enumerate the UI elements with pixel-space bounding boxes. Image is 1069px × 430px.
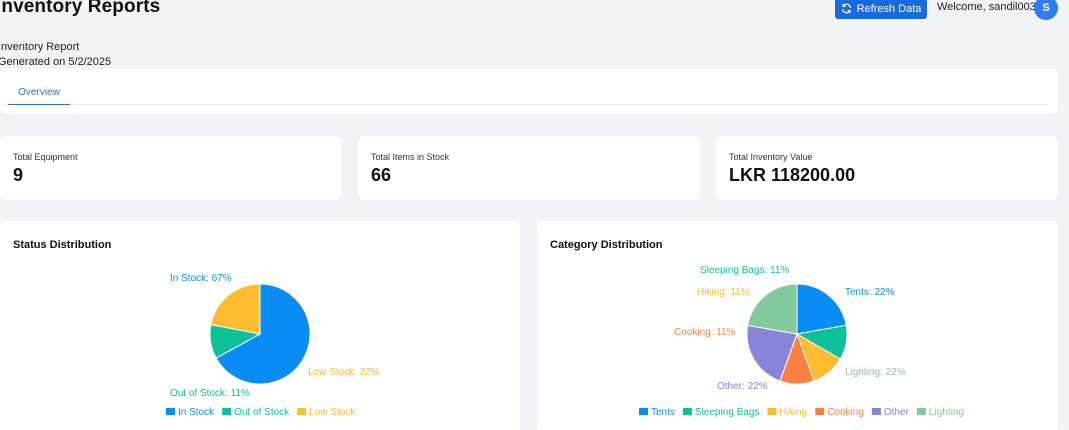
slice-label-sleeping-bags: Sleeping Bags: 11% <box>700 265 789 276</box>
legend-swatch <box>682 408 692 415</box>
legend-swatch <box>639 408 648 415</box>
report-title: Inventory Report <box>0 41 80 53</box>
refresh-data-label: Refresh Data <box>856 2 922 15</box>
legend-item-tents[interactable]: Tents <box>639 407 675 418</box>
legend-label: Low Stock <box>309 407 356 418</box>
legend-swatch <box>166 408 175 415</box>
stat-value: LKR 118200.00 <box>729 165 856 185</box>
legend-label: Lighting <box>929 407 964 418</box>
slice-label-hiking: Hiking: 11% <box>697 287 750 298</box>
slice-label-in-stock: In Stock: 67% <box>170 273 232 284</box>
legend-label: In Stock <box>178 407 215 418</box>
category-distribution-card: Category Distribution Tents: 22% Sleeping… <box>537 221 1058 430</box>
legend-item-in-stock[interactable]: In Stock <box>166 407 215 418</box>
page-title: Inventory Reports <box>0 0 161 17</box>
status-distribution-card: Status Distribution In Stock: 67% Out of … <box>0 221 520 430</box>
stat-value: 66 <box>371 165 392 185</box>
stat-label: Total Items in Stock <box>371 152 450 162</box>
legend-item-low-stock[interactable]: Low Stock <box>297 407 356 418</box>
tab-overview[interactable]: Overview <box>8 82 70 105</box>
slice-label-tents: Tents: 22% <box>845 287 895 298</box>
stat-card-items-in-stock: Total Items in Stock 66 <box>358 136 700 200</box>
legend-item-other[interactable]: Other <box>871 407 910 418</box>
legend-label: Tents <box>651 407 675 418</box>
header: Inventory Reports Refresh Data Welcome, … <box>0 0 1069 22</box>
slice-label-out-of-stock: Out of Stock: 11% <box>170 388 250 399</box>
welcome-text: Welcome, sandil003 <box>937 1 1036 13</box>
report-generated-date: Generated on 5/2/2025 <box>0 56 112 68</box>
legend-label: Sleeping Bags <box>695 407 760 418</box>
legend-swatch <box>815 408 825 415</box>
legend-item-hiking[interactable]: Hiking <box>767 407 807 418</box>
legend-label: Other <box>884 407 910 418</box>
legend-label: Out of Stock <box>234 407 290 418</box>
stat-label: Total Equipment <box>13 152 78 162</box>
stat-label: Total Inventory Value <box>729 152 813 162</box>
pie-slice-low-stock[interactable] <box>210 283 261 335</box>
legend-swatch <box>916 408 926 415</box>
legend-label: Hiking <box>779 407 807 418</box>
legend-swatch <box>871 408 881 415</box>
legend-swatch <box>297 408 307 415</box>
slice-label-cooking: Cooking: 11% <box>674 327 736 338</box>
legend-item-lighting[interactable]: Lighting <box>916 407 964 418</box>
slice-label-other: Other: 22% <box>717 381 768 392</box>
refresh-icon <box>841 3 851 14</box>
slice-label-lighting: Lighting: 22% <box>845 367 906 378</box>
stat-card-inventory-value: Total Inventory Value LKR 118200.00 <box>716 136 1058 200</box>
refresh-data-button[interactable]: Refresh Data <box>835 0 927 19</box>
legend-swatch <box>222 408 232 415</box>
avatar[interactable]: S <box>1034 0 1058 20</box>
legend-label: Cooking <box>827 407 864 418</box>
category-distribution-chart: Tents: 22% Sleeping Bags: 11% Hiking: 11% C… <box>639 265 964 418</box>
tab-divider <box>6 104 1048 105</box>
pie-slice-lighting[interactable] <box>747 283 798 335</box>
legend-item-out-of-stock[interactable]: Out of Stock <box>222 407 290 418</box>
tabs-card: Overview <box>0 69 1058 114</box>
slice-label-low-stock: Low Stock: 22% <box>308 367 380 378</box>
legend-swatch <box>767 408 777 415</box>
legend-item-cooking[interactable]: Cooking <box>815 407 864 418</box>
stat-value: 9 <box>13 165 24 185</box>
legend-item-sleeping-bags[interactable]: Sleeping Bags <box>682 407 760 418</box>
stat-card-total-equipment: Total Equipment 9 <box>0 136 341 200</box>
status-distribution-chart: In Stock: 67% Out of Stock: 11% Low Stock:… <box>166 273 380 418</box>
